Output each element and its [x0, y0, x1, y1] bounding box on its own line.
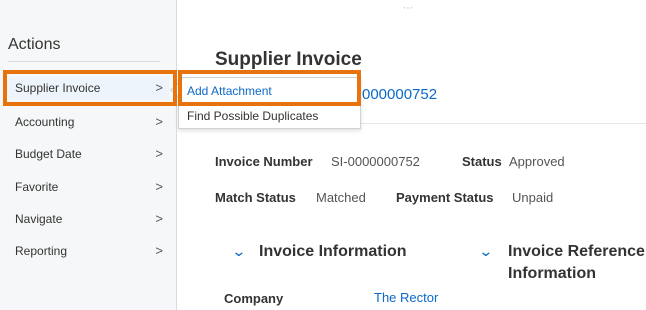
sidebar-item-label: Navigate — [15, 212, 63, 226]
actions-sidebar: Actions Supplier Invoice > Accounting > … — [0, 0, 177, 310]
section-invoice-reference-line2: Information — [508, 265, 596, 282]
status-label: Status — [462, 154, 502, 169]
sidebar-item-supplier-invoice[interactable]: Supplier Invoice > — [9, 77, 169, 99]
menu-item-label: Find Possible Duplicates — [187, 109, 319, 123]
payment-status-label: Payment Status — [396, 190, 494, 205]
menu-item-find-possible-duplicates[interactable]: Find Possible Duplicates — [179, 104, 360, 126]
invoice-id-link[interactable]: 000000752 — [362, 86, 437, 103]
chevron-right-icon: > — [155, 114, 163, 129]
status-value: Approved — [509, 154, 565, 169]
sidebar-item-budget-date[interactable]: Budget Date > — [9, 143, 169, 165]
sidebar-item-favorite[interactable]: Favorite > — [9, 176, 169, 198]
chevron-right-icon: > — [155, 179, 163, 194]
actions-title: Actions — [8, 36, 61, 53]
invoice-number-value: SI-0000000752 — [331, 154, 420, 169]
section-invoice-reference[interactable]: Invoice Reference — [508, 242, 645, 262]
sidebar-item-navigate[interactable]: Navigate > — [9, 208, 169, 230]
chevron-right-icon: > — [155, 243, 163, 258]
company-label: Company — [224, 291, 284, 306]
chevron-right-icon: > — [155, 211, 163, 226]
invoice-number-label: Invoice Number — [215, 154, 313, 169]
match-status-value: Matched — [316, 190, 366, 205]
actions-divider — [8, 61, 160, 62]
chevron-down-icon[interactable]: ⌄ — [478, 243, 493, 260]
chevron-right-icon: > — [155, 80, 163, 95]
match-status-label: Match Status — [215, 190, 296, 205]
menu-item-add-attachment[interactable]: Add Attachment — [179, 79, 360, 101]
sidebar-item-accounting[interactable]: Accounting > — [9, 111, 169, 133]
drag-handle-icon[interactable]: ⋯ — [403, 3, 414, 14]
page-title: Supplier Invoice — [215, 49, 362, 70]
sidebar-item-label: Budget Date — [15, 147, 82, 161]
sidebar-item-reporting[interactable]: Reporting > — [9, 240, 169, 262]
menu-item-label: Add Attachment — [187, 84, 272, 98]
popup-pointer-fill — [172, 83, 179, 97]
payment-status-value: Unpaid — [512, 190, 554, 205]
sidebar-item-label: Favorite — [15, 180, 59, 194]
section-invoice-information[interactable]: Invoice Information — [259, 242, 407, 262]
sidebar-item-label: Accounting — [15, 115, 75, 129]
company-link[interactable]: The Rector — [374, 290, 438, 305]
submenu-popup: Add Attachment Find Possible Duplicates — [178, 77, 361, 129]
sidebar-item-label: Supplier Invoice — [15, 81, 101, 95]
chevron-right-icon: > — [155, 146, 163, 161]
chevron-down-icon[interactable]: ⌄ — [231, 243, 246, 260]
sidebar-item-label: Reporting — [15, 244, 68, 258]
